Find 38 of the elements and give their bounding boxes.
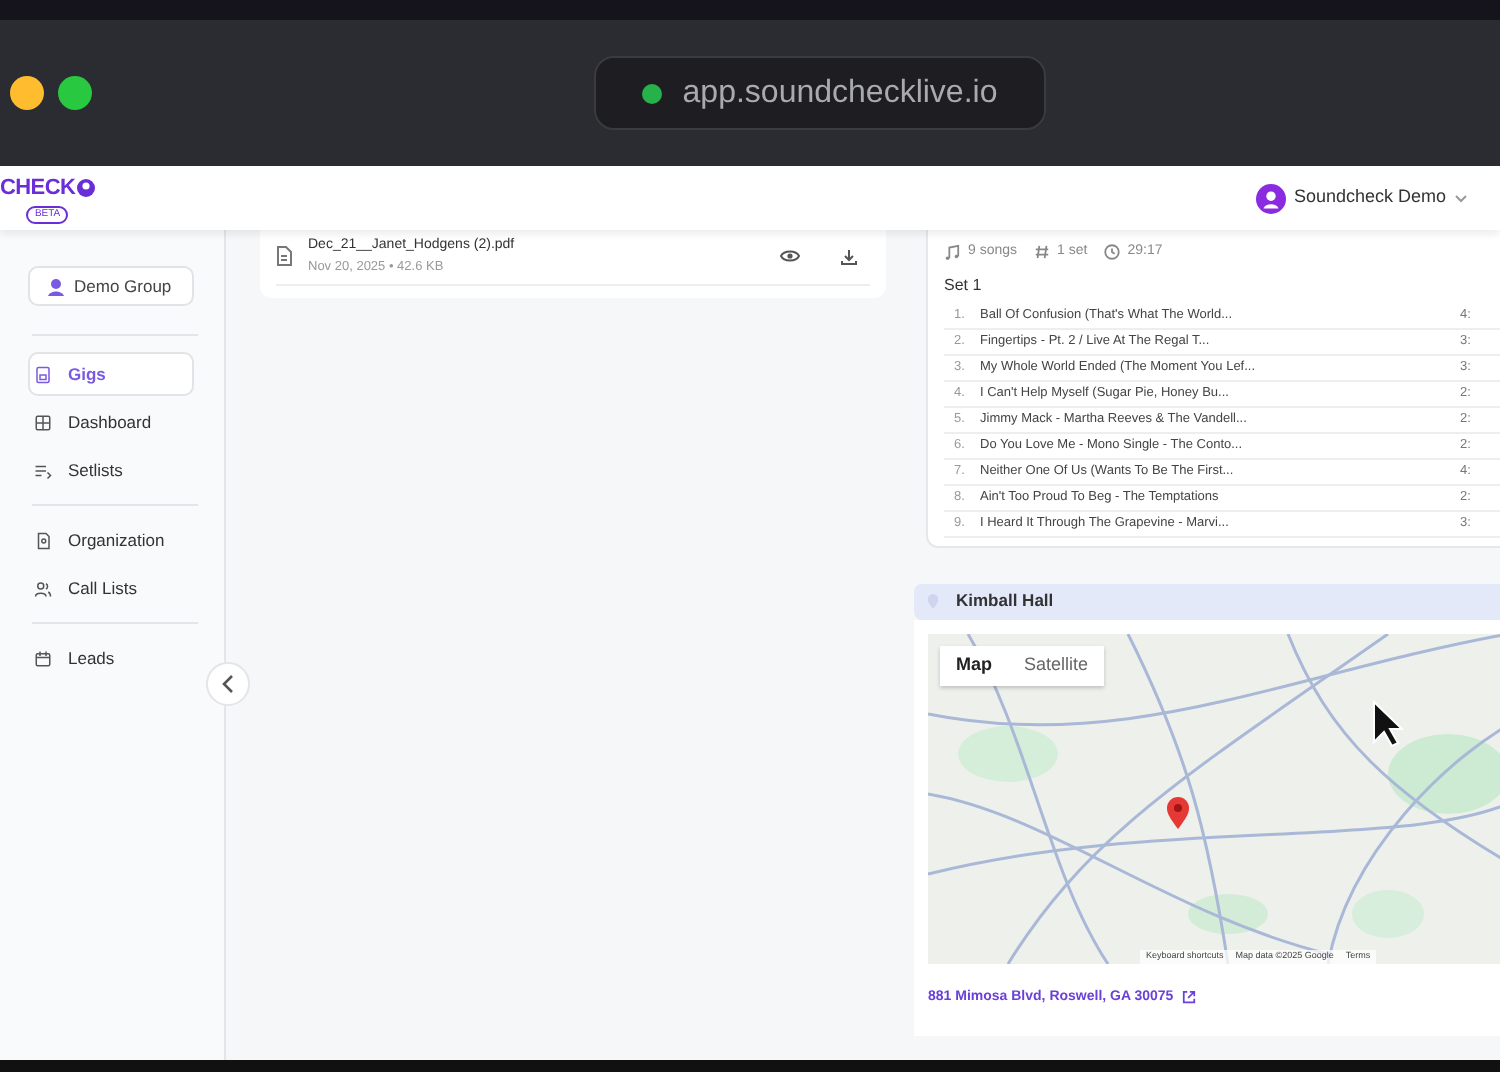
sidebar-item[interactable]: Setlists [28, 448, 194, 492]
logo-text: CHECK [0, 174, 76, 204]
dashboard-icon [34, 413, 52, 431]
document-icon [276, 246, 292, 267]
map-type-tab[interactable]: Map [940, 645, 1008, 685]
sidebar-item[interactable]: Leads [28, 636, 194, 680]
external-link-icon [1181, 990, 1196, 1005]
map-type-tab[interactable]: Satellite [1008, 645, 1105, 685]
status-dot [642, 83, 663, 103]
venue-name: Kimball Hall [956, 588, 1054, 614]
organization-icon [34, 531, 52, 549]
map-marker-icon [1166, 795, 1190, 829]
chevron-down-icon [1454, 193, 1468, 203]
gigs-icon [34, 365, 52, 383]
sidebar-item[interactable]: Call Lists [28, 566, 194, 610]
clock-icon [1103, 244, 1120, 261]
sidebar-item[interactable]: Organization [28, 518, 194, 562]
group-icon [46, 276, 66, 296]
download-icon [840, 247, 858, 266]
sidebar-item[interactable]: Gigs [28, 352, 194, 396]
hash-icon [1033, 244, 1050, 261]
setlists-icon [34, 461, 52, 479]
window-control-button[interactable] [58, 76, 92, 110]
group-selector[interactable]: Demo Group [28, 266, 194, 306]
avatar-icon [1255, 183, 1286, 213]
chevron-left-icon [220, 674, 236, 694]
eye-icon [780, 248, 800, 265]
address-bar[interactable]: app.soundchecklive.io [594, 56, 1046, 130]
cursor-icon [1372, 699, 1404, 747]
calendar-icon [34, 649, 52, 667]
logo-icon [75, 178, 96, 199]
url-text: app.soundchecklive.io [682, 73, 998, 113]
set-title: Set 1 [944, 273, 984, 297]
sidebar-item[interactable]: Dashboard [28, 400, 194, 444]
music-note-icon [944, 244, 960, 261]
people-icon [34, 579, 52, 597]
window-control-button[interactable] [10, 76, 44, 110]
account-menu[interactable]: Soundcheck Demo [1255, 183, 1468, 213]
